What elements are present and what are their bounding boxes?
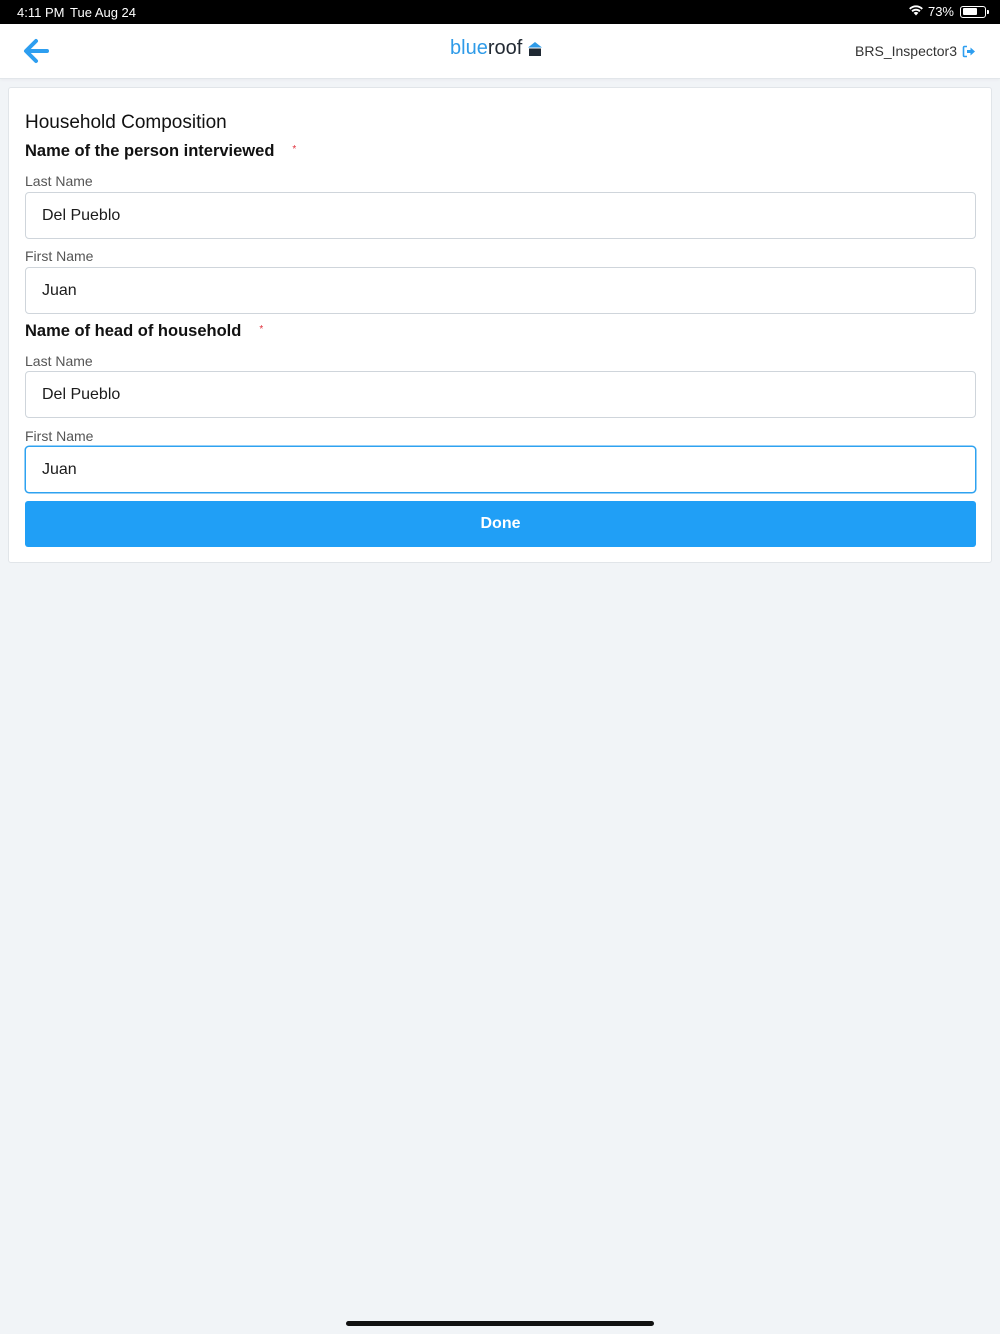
status-time: 4:11 PM xyxy=(17,5,65,20)
nav-bar: blueroof BRS_Inspector3 xyxy=(0,24,1000,79)
username: BRS_Inspector3 xyxy=(855,43,957,59)
interviewed-last-name-input[interactable] xyxy=(25,192,976,239)
logout-icon xyxy=(962,45,975,57)
interviewed-first-name-input[interactable] xyxy=(25,267,976,314)
status-date: Tue Aug 24 xyxy=(70,5,137,20)
arrow-left-icon xyxy=(24,39,49,63)
household-form-card: Household Composition Name of the person… xyxy=(8,87,992,563)
status-indicators: 73% xyxy=(908,4,989,19)
battery-icon xyxy=(960,5,989,18)
head-of-household-heading-text: Name of head of household xyxy=(25,322,242,340)
back-button[interactable] xyxy=(22,37,50,65)
blueroof-logo: blueroof xyxy=(450,37,543,60)
head-first-name-input[interactable] xyxy=(25,446,976,493)
logo-text-roof: roof xyxy=(487,37,523,59)
required-marker: * xyxy=(292,144,297,155)
head-first-name-label: First Name xyxy=(25,428,94,444)
head-last-name-input[interactable] xyxy=(25,371,976,418)
battery-percent: 73% xyxy=(927,4,954,19)
interviewed-first-name-label: First Name xyxy=(25,248,94,264)
logo-text-blue: blue xyxy=(450,37,488,59)
form-title: Household Composition xyxy=(25,112,227,133)
head-of-household-heading: Name of head of household * xyxy=(25,322,263,341)
done-button[interactable]: Done xyxy=(25,501,976,547)
user-menu[interactable]: BRS_Inspector3 xyxy=(855,43,976,59)
head-last-name-label: Last Name xyxy=(25,353,93,369)
battery-level-fill xyxy=(962,8,978,15)
status-bar: 4:11 PM Tue Aug 24 73% xyxy=(0,0,1000,24)
required-marker: * xyxy=(259,324,264,335)
interviewed-heading-text: Name of the person interviewed xyxy=(25,142,275,160)
interviewed-heading: Name of the person interviewed * xyxy=(25,142,296,161)
house-icon xyxy=(528,41,543,56)
interviewed-last-name-label: Last Name xyxy=(25,173,93,189)
wifi-icon xyxy=(908,4,924,19)
home-indicator xyxy=(346,1321,654,1326)
